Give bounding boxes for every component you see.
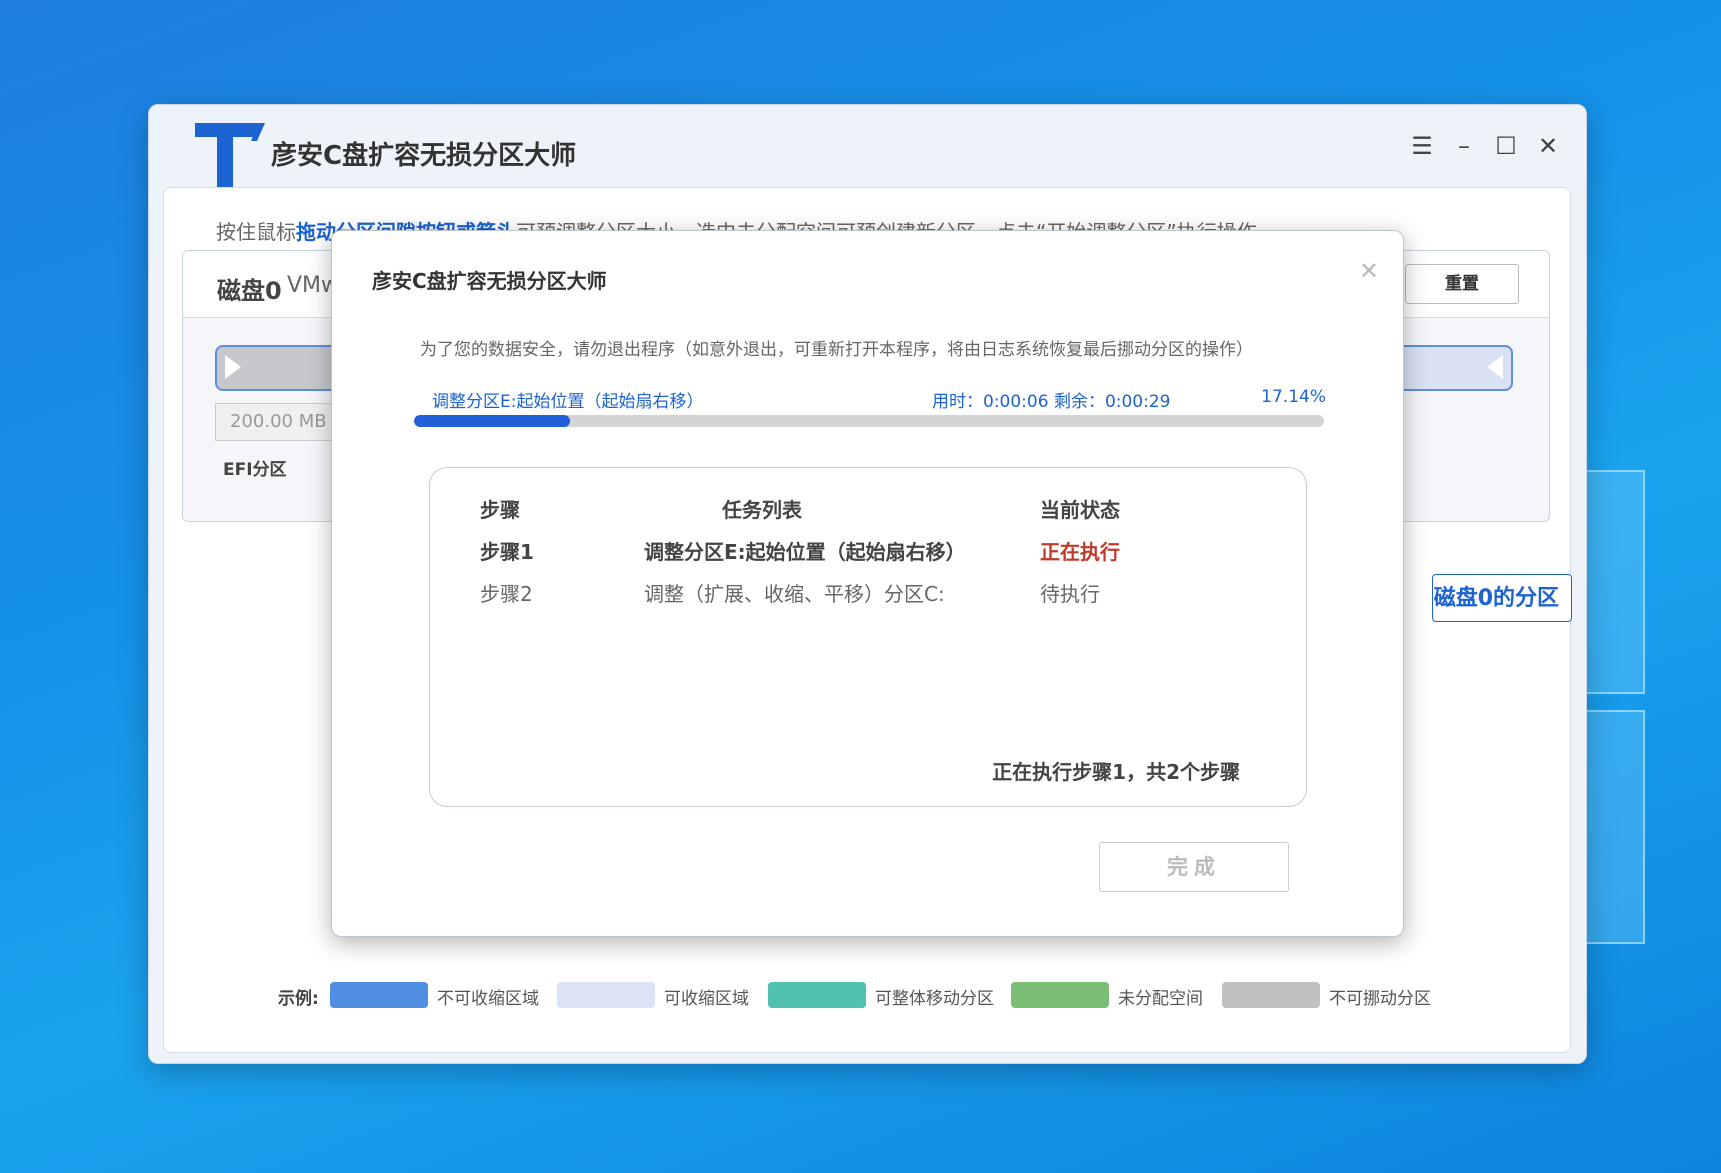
row-task: 调整（扩展、收缩、平移）分区C: [644,582,945,606]
safety-notice: 为了您的数据安全，请勿退出程序（如意外退出，可重新打开本程序，将由日志系统恢复最… [420,340,1253,360]
legend-label: 示例: [278,989,319,1009]
legend-swatch [330,982,428,1008]
step-summary: 正在执行步骤1，共2个步骤 [992,760,1240,784]
legend-swatch [1222,982,1320,1008]
legend-text: 不可挪动分区 [1329,989,1431,1009]
efi-label: EFI分区 [223,460,287,480]
disk-partitions-button[interactable]: 磁盘0的分区 [1432,574,1572,622]
task-table: 步骤 任务列表 当前状态 步骤1 调整分区E:起始位置（起始扇右移） 正在执行 … [429,467,1307,807]
drag-right-arrow-icon[interactable] [225,355,241,379]
progress-task: 调整分区E:起始位置（起始扇右移） [432,392,704,412]
progress-fill [414,415,570,427]
progress-bar [414,415,1324,427]
row-status: 待执行 [1040,582,1100,606]
close-icon[interactable]: ✕ [1533,131,1563,161]
row-status: 正在执行 [1040,540,1120,564]
legend-swatch [557,982,655,1008]
row-step: 步骤1 [480,540,534,564]
header-task: 任务列表 [722,498,802,522]
progress-dialog: 彦安C盘扩容无损分区大师 ✕ 为了您的数据安全，请勿退出程序（如意外退出，可重新… [331,230,1404,937]
finish-button[interactable]: 完成 [1099,842,1289,892]
reset-button[interactable]: 重置 [1405,264,1519,304]
row-step: 步骤2 [480,582,533,606]
header-status: 当前状态 [1040,498,1120,522]
row-task: 调整分区E:起始位置（起始扇右移） [644,540,966,564]
legend-swatch [1011,982,1109,1008]
maximize-icon[interactable]: ☐ [1491,131,1521,161]
app-title: 彦安C盘扩容无损分区大师 [271,141,577,171]
hint-prefix: 按住鼠标 [216,220,296,244]
legend-text: 可整体移动分区 [875,989,994,1009]
menu-icon[interactable]: ☰ [1407,131,1437,161]
drag-left-arrow-icon[interactable] [1487,355,1503,379]
minimize-icon[interactable]: – [1449,131,1479,161]
legend-swatch [768,982,866,1008]
legend-text: 未分配空间 [1118,989,1203,1009]
app-logo-icon [195,123,265,187]
legend-text: 不可收缩区域 [437,989,539,1009]
progress-percent: 17.14% [1261,387,1326,407]
dialog-title: 彦安C盘扩容无损分区大师 [372,269,607,293]
progress-time: 用时：0:00:06 剩余：0:00:29 [932,392,1171,412]
disk-name: 磁盘0 [217,277,282,305]
legend-text: 可收缩区域 [664,989,749,1009]
header-step: 步骤 [480,498,520,522]
close-icon[interactable]: ✕ [1359,257,1379,285]
